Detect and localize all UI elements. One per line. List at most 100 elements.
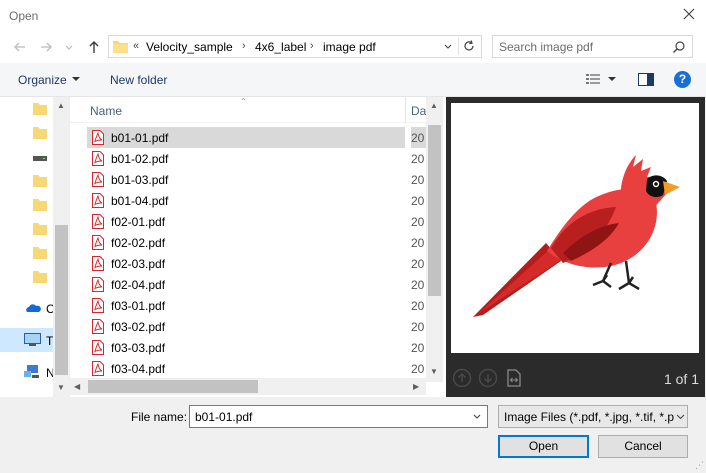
page-indicator: 1 of 1 (663, 371, 699, 387)
pdf-file-icon (92, 130, 104, 145)
file-name: f03-01.pdf (111, 299, 166, 313)
file-row[interactable]: b01-01.pdf (87, 127, 405, 148)
folder-icon[interactable] (33, 221, 47, 235)
scroll-left-arrow-icon[interactable]: ◀ (74, 382, 80, 391)
back-arrow-icon[interactable] (12, 39, 28, 55)
file-name-field[interactable]: b01-01.pdf (189, 405, 488, 428)
drive-icon[interactable] (33, 151, 47, 165)
file-list-horizontal-scrollbar-thumb[interactable] (88, 380, 258, 393)
new-folder-button[interactable]: New folder (110, 73, 167, 87)
search-icon[interactable] (672, 40, 686, 54)
nav-scrollbar-thumb[interactable] (55, 225, 68, 375)
folder-icon[interactable] (33, 125, 47, 139)
pdf-file-icon (92, 277, 104, 292)
file-row[interactable]: b01-02.pdf (87, 148, 405, 169)
file-type-dropdown-icon[interactable] (674, 406, 687, 427)
file-row[interactable]: b01-03.pdf (87, 169, 405, 190)
preview-fit-width-icon[interactable] (504, 368, 524, 388)
up-arrow-icon[interactable] (86, 39, 102, 55)
file-name: f02-01.pdf (111, 215, 166, 229)
file-row[interactable]: f03-01.pdf (87, 295, 405, 316)
onedrive-icon[interactable] (25, 301, 41, 315)
pdf-file-icon (92, 319, 104, 334)
pdf-file-icon (92, 340, 104, 355)
scroll-up-arrow-icon[interactable]: ▲ (57, 101, 65, 110)
close-icon[interactable] (681, 6, 697, 22)
file-row[interactable]: f02-03.pdf (87, 253, 405, 274)
scroll-up-arrow-icon[interactable]: ▲ (430, 101, 438, 110)
breadcrumb-velocity-sample[interactable]: Velocity_sample (146, 40, 233, 54)
breadcrumb-overflow[interactable]: « (133, 40, 139, 52)
file-name-dropdown-icon[interactable] (472, 411, 482, 423)
cancel-button[interactable]: Cancel (598, 435, 688, 458)
breadcrumb-4x6-label[interactable]: 4x6_label (255, 40, 306, 54)
folder-icon[interactable] (33, 101, 47, 115)
file-name: f03-03.pdf (111, 341, 166, 355)
file-row[interactable]: f03-04.pdf (87, 358, 405, 379)
column-header-row: ⌃ Name Da (70, 97, 429, 123)
view-dropdown-icon[interactable] (608, 75, 616, 83)
help-icon[interactable]: ? (674, 71, 691, 88)
folder-icon[interactable] (33, 173, 47, 187)
search-input[interactable]: Search image pdf (499, 40, 593, 54)
file-date: 20 (411, 299, 425, 313)
pdf-file-icon (92, 172, 104, 187)
file-type-dropdown[interactable] (674, 406, 687, 427)
window-title: Open (9, 9, 39, 23)
preview-image (451, 103, 699, 353)
search-box[interactable]: Search image pdf (492, 35, 693, 58)
column-header-date[interactable]: Da (411, 104, 426, 118)
folder-icon[interactable] (33, 197, 47, 211)
pdf-file-icon (92, 151, 104, 166)
resize-grip-icon[interactable]: ⋰ (695, 460, 704, 471)
file-row[interactable]: f03-02.pdf (87, 316, 405, 337)
file-date: 20 (411, 173, 425, 187)
file-name: f03-02.pdf (111, 320, 166, 334)
pdf-file-icon (92, 235, 104, 250)
file-name: b01-04.pdf (111, 194, 169, 208)
folder-icon[interactable] (33, 245, 47, 259)
forward-arrow-icon[interactable] (38, 39, 54, 55)
file-date: 20 (411, 236, 425, 250)
file-row[interactable]: b01-04.pdf (87, 190, 405, 211)
file-type-select[interactable]: Image Files (*.pdf, *.jpg, *.tif, *.p (498, 405, 688, 428)
file-row[interactable]: f02-04.pdf (87, 274, 405, 295)
file-name: b01-03.pdf (111, 173, 169, 187)
address-dropdown-icon[interactable] (443, 41, 453, 53)
column-header-name[interactable]: Name (90, 104, 122, 118)
address-row: « Velocity_sample › 4x6_label › image pd… (0, 31, 706, 63)
pdf-file-icon (92, 193, 104, 208)
organize-dropdown-icon[interactable] (72, 75, 80, 83)
column-divider[interactable] (405, 97, 406, 123)
file-name: f02-02.pdf (111, 236, 166, 250)
file-list-pane: ⌃ Name Da b01-01.pdf 20 b01-02.pdf 20 b01-03… (70, 97, 446, 397)
breadcrumb-image-pdf[interactable]: image pdf (323, 40, 376, 54)
organize-button[interactable]: Organize (18, 73, 67, 87)
file-name: f02-04.pdf (111, 278, 166, 292)
folder-icon[interactable] (33, 269, 47, 283)
file-row[interactable]: f02-02.pdf (87, 232, 405, 253)
scroll-down-arrow-icon[interactable]: ▼ (430, 367, 438, 376)
file-name-input[interactable]: b01-01.pdf (195, 410, 252, 424)
file-list-vertical-scrollbar-thumb[interactable] (428, 125, 441, 296)
scroll-down-arrow-icon[interactable]: ▼ (57, 383, 65, 392)
view-details-icon[interactable] (586, 73, 600, 86)
refresh-icon[interactable] (462, 39, 476, 53)
file-name: f02-03.pdf (111, 257, 166, 271)
scroll-right-arrow-icon[interactable]: ▶ (413, 382, 419, 391)
open-button[interactable]: Open (498, 435, 589, 458)
preview-pane-icon[interactable] (638, 73, 654, 86)
network-icon[interactable] (24, 365, 41, 379)
this-pc-icon[interactable] (24, 333, 41, 347)
pdf-file-icon (92, 256, 104, 271)
preview-previous-page-icon[interactable] (452, 368, 472, 388)
file-row[interactable]: f02-01.pdf (87, 211, 405, 232)
file-type-value[interactable]: Image Files (*.pdf, *.jpg, *.tif, *.p (504, 410, 674, 424)
recent-locations-chevron-icon[interactable] (64, 39, 74, 55)
pdf-file-icon (92, 361, 104, 376)
file-row[interactable]: f03-03.pdf (87, 337, 405, 358)
preview-next-page-icon[interactable] (478, 368, 498, 388)
file-date: 20 (411, 131, 425, 145)
sort-ascending-icon: ⌃ (240, 97, 247, 106)
address-bar[interactable]: « Velocity_sample › 4x6_label › image pd… (108, 35, 482, 58)
